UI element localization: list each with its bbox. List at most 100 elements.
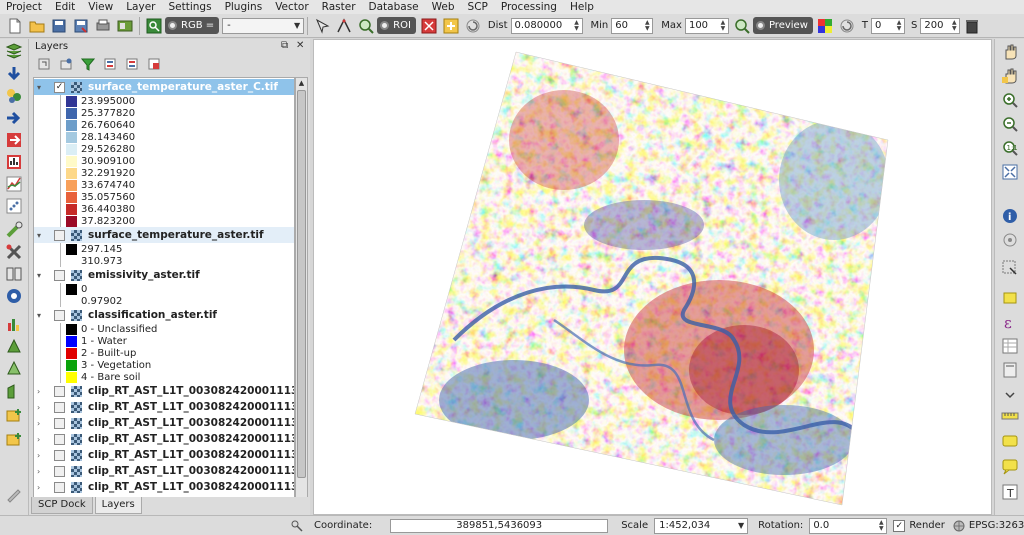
zoom-out-icon[interactable] [1001,115,1019,133]
preview-toggle[interactable]: Preview [752,17,813,34]
add-roi-icon[interactable] [442,17,460,35]
scroll-up-icon[interactable]: ▲ [296,78,307,88]
pan-to-selection-icon[interactable] [1001,67,1019,85]
collapse-arrow-icon[interactable]: ▾ [37,231,45,240]
collapse-arrow-icon[interactable]: ▾ [37,271,45,280]
render-checkbox[interactable]: ✓ [893,519,906,532]
save-project-icon[interactable] [50,17,68,35]
field-calculator-icon[interactable] [1001,361,1019,379]
expand-arrow-icon[interactable]: › [37,403,45,412]
menu-scp[interactable]: SCP [462,0,495,14]
expand-arrow-icon[interactable]: › [37,483,45,492]
expand-arrow-icon[interactable]: › [37,467,45,476]
layer-item[interactable]: › clip_RT_AST_L1T_003082420001113l3_... [34,463,294,479]
annotation-icon[interactable] [1001,457,1019,475]
filter-icon[interactable] [79,55,97,73]
layer-visibility-checkbox[interactable] [54,481,65,493]
coordinate-field[interactable]: 389851,5436093 [390,518,609,533]
map-tips-icon[interactable] [1001,433,1019,451]
zoom-roi-icon[interactable] [357,17,375,35]
t-spinbox[interactable]: 0 ▲ ▼ [871,17,905,34]
expand-arrow-icon[interactable]: › [37,419,45,428]
classification-preview-icon[interactable] [816,17,834,35]
zoom-actual-size-icon[interactable]: 1:1 [1001,139,1019,157]
float-panel-icon[interactable]: ⧉ [281,40,288,51]
layer-item[interactable]: › clip_RT_AST_L1T_003082420001113l3_... [34,447,294,463]
collapse-arrow-icon[interactable]: ▾ [37,311,45,320]
menu-web[interactable]: Web [426,0,462,14]
scale-combo[interactable]: 1:452,034 ▼ [654,517,749,534]
digitize-icon[interactable] [5,485,23,503]
layer-item[interactable]: ▾ classification_aster.tif [34,307,294,323]
download-icon[interactable] [5,65,23,83]
print-composer-icon[interactable] [94,17,112,35]
book-icon[interactable] [5,265,23,283]
classification-icon[interactable] [5,337,23,355]
accuracy-icon[interactable] [5,383,23,401]
menu-settings[interactable]: Settings [162,0,218,14]
layer-item[interactable]: › clip_RT_AST_L1T_003082420001113l3_... [34,431,294,447]
coordinate-toggle-icon[interactable] [288,517,306,535]
menu-help[interactable]: Help [564,0,601,14]
expand-arrow-icon[interactable]: › [37,387,45,396]
expand-arrow-icon[interactable]: › [37,435,45,444]
band-set-icon[interactable] [5,87,23,105]
select-by-expression-icon[interactable] [1001,289,1019,307]
remove-layer-icon[interactable] [145,55,163,73]
menu-project[interactable]: Project [0,0,49,14]
import-icon[interactable] [5,109,23,127]
redo-roi-icon[interactable] [464,17,482,35]
preprocessing-icon[interactable] [5,221,23,239]
add-raster-icon[interactable] [5,407,23,425]
roi-polygon-icon[interactable] [335,17,353,35]
identify-icon[interactable]: i [1001,207,1019,225]
trash-icon[interactable] [963,17,981,35]
layer-visibility-checkbox[interactable] [54,465,65,477]
text-annotation-icon[interactable]: T [1001,483,1019,501]
attribute-table-icon[interactable] [1001,337,1019,355]
rgb-combo[interactable]: - ▼ [222,17,305,34]
tab-scp-dock[interactable]: SCP Dock [31,497,93,514]
export-icon[interactable] [5,131,23,149]
postprocessing-icon[interactable] [5,359,23,377]
menu-raster[interactable]: Raster [316,0,363,14]
measure-line-icon[interactable] [1001,407,1019,425]
menu-layer[interactable]: Layer [120,0,162,14]
menu-edit[interactable]: Edit [49,0,82,14]
layer-item[interactable]: ▾ emissivity_aster.tif [34,267,294,283]
zoom-preview-icon[interactable] [733,17,751,35]
statistics-icon[interactable] [5,153,23,171]
layer-visibility-checkbox[interactable] [54,385,65,397]
roi-settings-icon[interactable] [420,17,438,35]
layer-item[interactable]: › clip_RT_AST_L1T_003082420001113l3_... [34,479,294,495]
add-vector-icon[interactable] [5,431,23,449]
tools-icon[interactable] [5,243,23,261]
layer-item[interactable]: › clip_RT_AST_L1T_003082420001113l3_... [34,399,294,415]
layer-item[interactable]: ▾ surface_temperature_aster.tif [34,227,294,243]
select-features-icon[interactable] [1001,231,1019,249]
s-spinbox[interactable]: 200 ▲ ▼ [920,17,961,34]
new-project-icon[interactable] [6,17,24,35]
layer-item[interactable]: › clip_RT_AST_L1T_003082420001113l3_... [34,415,294,431]
scrollbar-thumb[interactable] [297,90,306,478]
crs-label[interactable]: EPSG:32631 [969,520,1024,531]
zoom-tool-icon[interactable] [145,17,163,35]
zoom-full-icon[interactable] [1001,163,1019,181]
menu-database[interactable]: Database [363,0,426,14]
layer-visibility-checkbox[interactable] [54,417,65,429]
redo-preview-icon[interactable] [838,17,856,35]
expand-arrow-icon[interactable]: › [37,451,45,460]
layer-visibility-checkbox[interactable] [54,449,65,461]
collapse-arrow-icon[interactable]: ▾ [37,83,45,92]
layer-visibility-checkbox[interactable] [54,269,65,281]
layer-visibility-checkbox[interactable] [54,433,65,445]
menu-plugins[interactable]: Plugins [219,0,270,14]
layer-visibility-checkbox[interactable]: ✓ [54,81,65,93]
rotation-spinbox[interactable]: 0.0 ▲ ▼ [809,517,888,534]
dist-spinbox[interactable]: 0.080000 ▲ ▼ [510,17,583,34]
add-group-icon[interactable] [57,55,75,73]
pan-hand-icon[interactable] [1001,43,1019,61]
globe-icon[interactable] [953,520,965,532]
min-spinbox[interactable]: 60 ▲ ▼ [611,17,654,34]
more-tools-icon[interactable] [1001,385,1019,403]
